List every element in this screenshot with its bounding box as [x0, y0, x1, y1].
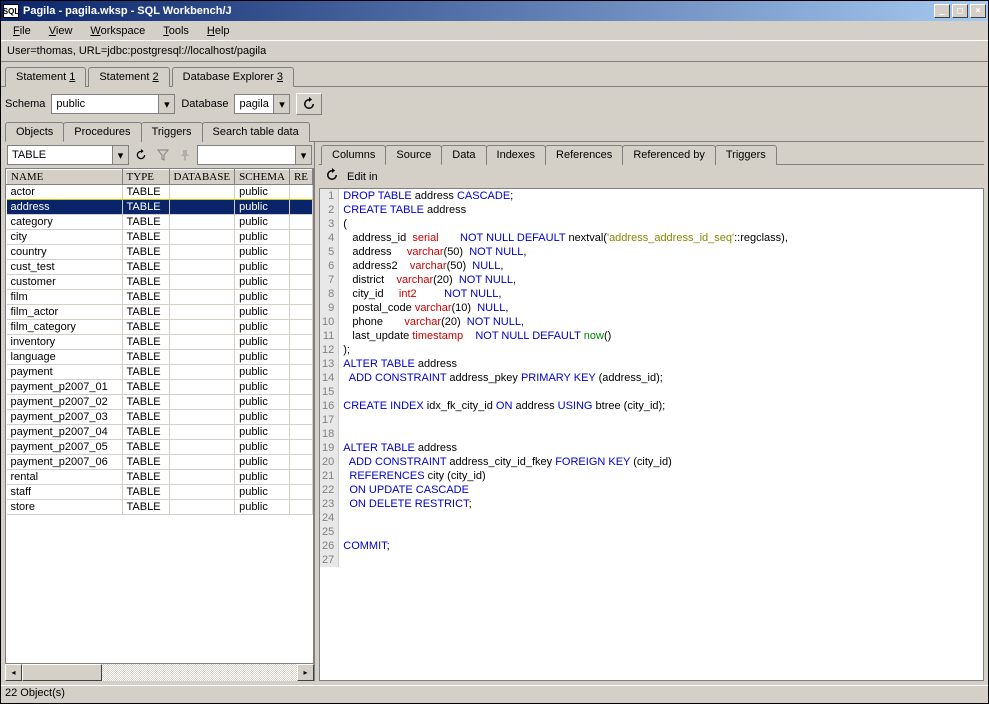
col-database[interactable]: DATABASE [169, 170, 235, 185]
menu-help[interactable]: Help [199, 23, 238, 39]
tab-data[interactable]: Data [441, 145, 486, 165]
filter-button[interactable] [153, 145, 173, 165]
tab-triggers-detail[interactable]: Triggers [715, 145, 777, 165]
maximize-button[interactable]: □ [952, 4, 968, 18]
table-row[interactable]: paymentTABLEpublic [7, 365, 313, 380]
schema-bar: Schema public ▾ Database pagila ▾ [5, 91, 984, 121]
refresh-icon [325, 168, 339, 182]
table-row[interactable]: film_categoryTABLEpublic [7, 320, 313, 335]
clear-filter-button[interactable] [175, 145, 195, 165]
dropdown-icon: ▾ [295, 146, 311, 164]
scroll-left-icon[interactable]: ◂ [5, 664, 22, 681]
tab-database-explorer[interactable]: Database Explorer 3 [172, 67, 294, 87]
detail-tabs: Columns Source Data Indexes References R… [319, 142, 984, 164]
menu-tools[interactable]: Tools [155, 23, 197, 39]
main-tabs: Statement 1 Statement 2 Database Explore… [1, 62, 988, 86]
scrollbar-thumb[interactable] [22, 664, 102, 681]
menu-view[interactable]: View [41, 23, 81, 39]
table-row[interactable]: languageTABLEpublic [7, 350, 313, 365]
col-name[interactable]: NAME [7, 170, 123, 185]
app-icon: SQL [3, 4, 19, 18]
titlebar: SQL Pagila - pagila.wksp - SQL Workbench… [1, 1, 988, 21]
table-row[interactable]: payment_p2007_01TABLEpublic [7, 380, 313, 395]
source-toolbar: Edit in [319, 164, 984, 188]
tab-columns[interactable]: Columns [321, 145, 386, 165]
table-row[interactable]: payment_p2007_02TABLEpublic [7, 395, 313, 410]
dropdown-icon: ▾ [158, 95, 174, 113]
menu-workspace[interactable]: Workspace [82, 23, 153, 39]
detail-pane: Columns Source Data Indexes References R… [319, 142, 984, 681]
col-schema[interactable]: SCHEMA [235, 170, 290, 185]
objects-table[interactable]: NAME TYPE DATABASE SCHEMA RE actorTABLEp… [5, 168, 314, 664]
table-row[interactable]: cityTABLEpublic [7, 230, 313, 245]
table-row[interactable]: filmTABLEpublic [7, 290, 313, 305]
schema-select[interactable]: public ▾ [51, 94, 175, 114]
pin-icon [179, 149, 191, 161]
object-tabs: Objects Procedures Triggers Search table… [5, 121, 984, 141]
scroll-right-icon[interactable]: ▸ [297, 664, 314, 681]
filter-icon [157, 149, 169, 161]
tab-indexes[interactable]: Indexes [486, 145, 547, 165]
tab-triggers[interactable]: Triggers [141, 122, 203, 142]
database-select[interactable]: pagila ▾ [234, 94, 290, 114]
type-filter-select[interactable]: TABLE ▾ [7, 145, 129, 165]
table-row[interactable]: rentalTABLEpublic [7, 470, 313, 485]
refresh-icon [135, 149, 147, 161]
menubar: File View Workspace Tools Help [1, 21, 988, 41]
refresh-icon [302, 97, 316, 111]
connection-bar: User=thomas, URL=jdbc:postgresql://local… [1, 41, 988, 62]
tab-references[interactable]: References [545, 145, 623, 165]
filter-input[interactable]: ▾ [197, 145, 312, 165]
table-row[interactable]: storeTABLEpublic [7, 500, 313, 515]
horizontal-scrollbar[interactable]: ◂ ▸ [5, 664, 314, 681]
reload-source-button[interactable] [325, 168, 339, 185]
tab-referenced-by[interactable]: Referenced by [622, 145, 716, 165]
table-row[interactable]: cust_testTABLEpublic [7, 260, 313, 275]
dropdown-icon: ▾ [112, 146, 128, 164]
close-button[interactable]: × [970, 4, 986, 18]
minimize-button[interactable]: _ [934, 4, 950, 18]
table-row[interactable]: inventoryTABLEpublic [7, 335, 313, 350]
status-bar: 22 Object(s) [1, 685, 988, 703]
table-row[interactable]: actorTABLEpublic [7, 185, 313, 200]
database-label: Database [181, 98, 228, 110]
tab-source[interactable]: Source [385, 145, 442, 165]
table-row[interactable]: film_actorTABLEpublic [7, 305, 313, 320]
table-row[interactable]: addressTABLEpublic [7, 200, 313, 215]
refresh-button[interactable] [296, 93, 322, 115]
table-row[interactable]: staffTABLEpublic [7, 485, 313, 500]
table-row[interactable]: customerTABLEpublic [7, 275, 313, 290]
source-editor[interactable]: 1234567891011121314151617181920212223242… [319, 188, 984, 681]
tab-objects[interactable]: Objects [5, 122, 64, 142]
col-remarks[interactable]: RE [289, 170, 312, 185]
line-gutter: 1234567891011121314151617181920212223242… [320, 189, 339, 567]
table-row[interactable]: payment_p2007_06TABLEpublic [7, 455, 313, 470]
table-row[interactable]: countryTABLEpublic [7, 245, 313, 260]
table-row[interactable]: payment_p2007_03TABLEpublic [7, 410, 313, 425]
edit-in-label: Edit in [347, 171, 378, 183]
col-type[interactable]: TYPE [122, 170, 169, 185]
schema-label: Schema [5, 98, 45, 110]
table-row[interactable]: payment_p2007_05TABLEpublic [7, 440, 313, 455]
table-row[interactable]: categoryTABLEpublic [7, 215, 313, 230]
tab-statement-2[interactable]: Statement 2 [88, 67, 169, 87]
objects-pane: TABLE ▾ ▾ [5, 142, 315, 681]
reload-button[interactable] [131, 145, 151, 165]
window-title: Pagila - pagila.wksp - SQL Workbench/J [23, 5, 934, 17]
table-row[interactable]: payment_p2007_04TABLEpublic [7, 425, 313, 440]
menu-file[interactable]: File [5, 23, 39, 39]
tab-procedures[interactable]: Procedures [63, 122, 141, 142]
dropdown-icon: ▾ [273, 95, 289, 113]
source-text[interactable]: DROP TABLE address CASCADE;CREATE TABLE … [339, 189, 792, 567]
tab-statement-1[interactable]: Statement 1 [5, 67, 86, 87]
tab-search-table-data[interactable]: Search table data [202, 122, 310, 142]
